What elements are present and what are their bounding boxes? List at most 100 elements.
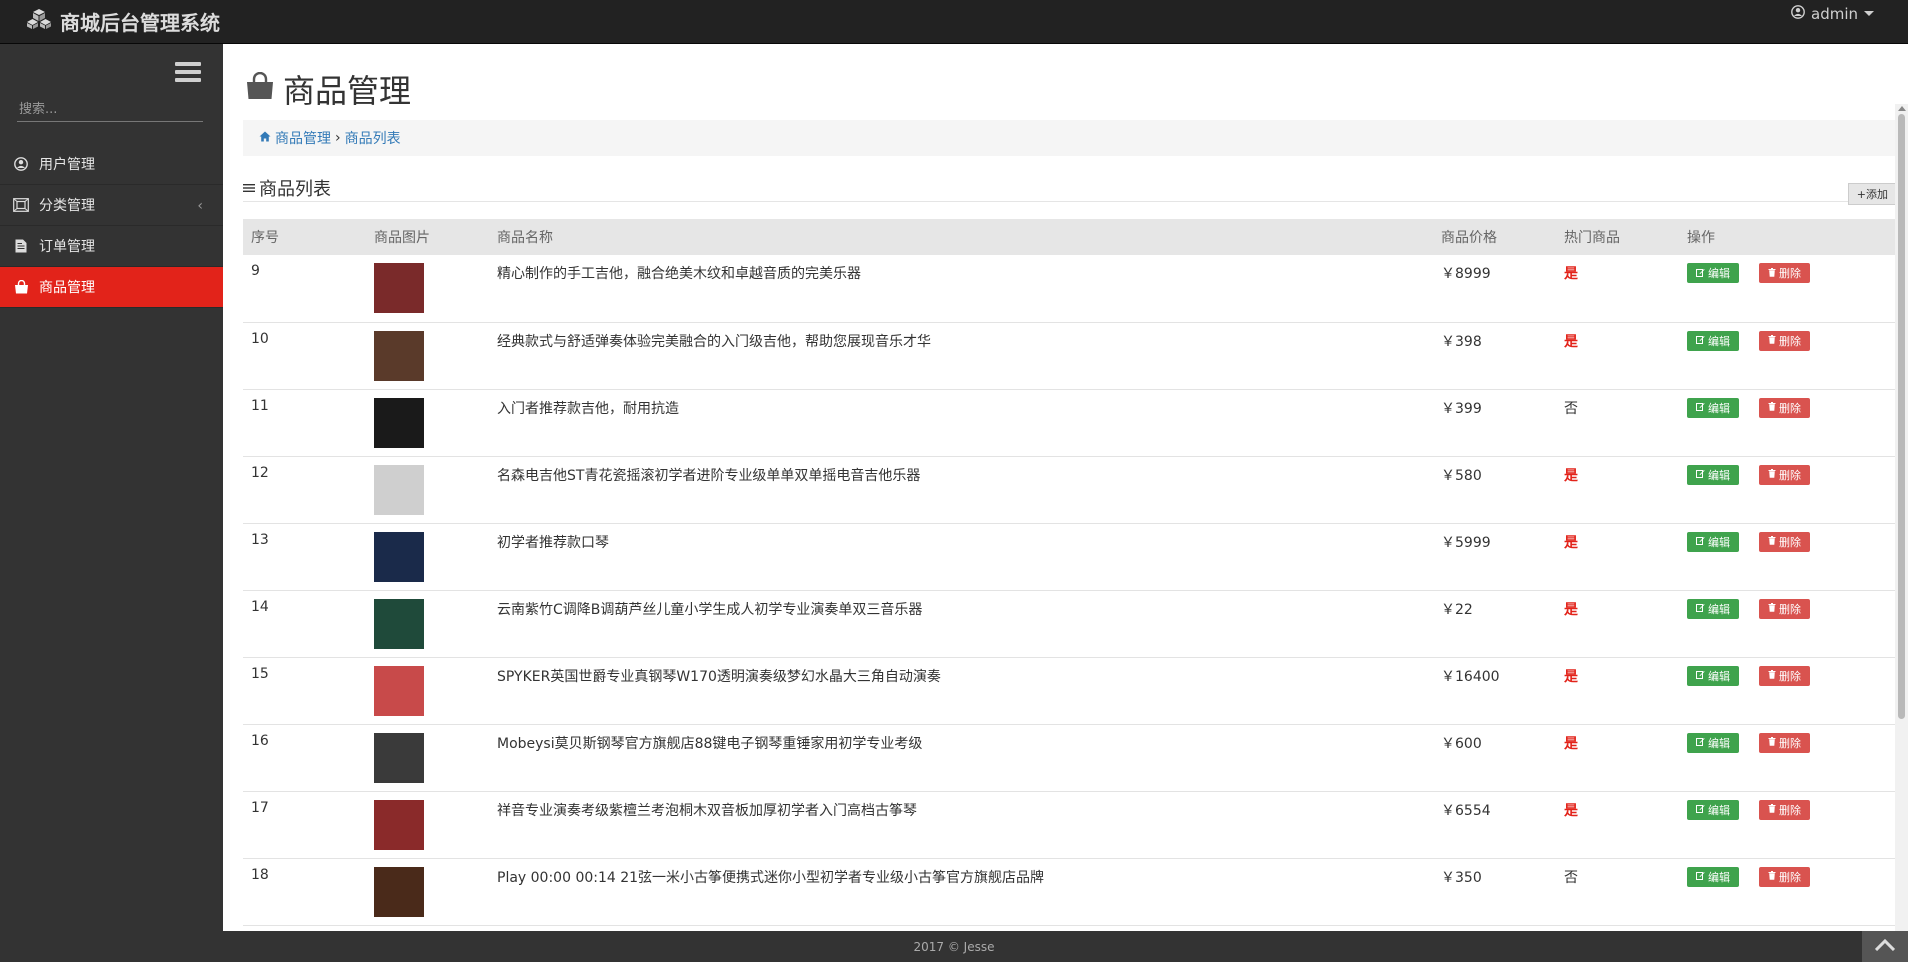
list-title: 商品列表 — [243, 175, 331, 201]
sitemap-icon — [13, 197, 29, 213]
product-thumbnail[interactable] — [374, 531, 424, 582]
product-thumbnail[interactable] — [374, 732, 424, 783]
user-menu[interactable]: admin — [1791, 5, 1874, 23]
row-hot: 是 — [1556, 322, 1679, 389]
breadcrumb-separator: › — [335, 130, 341, 146]
product-thumbnail[interactable] — [374, 665, 424, 716]
row-image-cell — [366, 255, 489, 322]
row-actions: 编辑 删除 — [1679, 590, 1897, 657]
home-icon — [259, 130, 271, 146]
row-name: 入门者推荐款吉他，耐用抗造 — [497, 400, 679, 417]
edit-button[interactable]: 编辑 — [1687, 732, 1739, 753]
hot-flag: 是 — [1564, 735, 1578, 752]
breadcrumb-link-products[interactable]: 商品管理 — [275, 128, 331, 148]
delete-button[interactable]: 删除 — [1759, 732, 1810, 753]
delete-button[interactable]: 删除 — [1759, 531, 1810, 552]
table-row: 16 Mobeysi莫贝斯钢琴官方旗舰店88键电子钢琴重锤家用初学专业考级 ￥600… — [243, 724, 1897, 791]
app-title: 商城后台管理系统 — [60, 11, 220, 35]
product-thumbnail[interactable] — [374, 866, 424, 917]
edit-icon — [1696, 602, 1705, 615]
edit-button[interactable]: 编辑 — [1687, 330, 1739, 351]
row-name: 经典款式与舒适弹奏体验完美融合的入门级吉他，帮助您展现音乐才华 — [497, 333, 931, 350]
product-thumbnail[interactable] — [374, 397, 424, 448]
product-thumbnail[interactable] — [374, 263, 424, 313]
product-thumbnail[interactable] — [374, 330, 424, 381]
edit-button[interactable]: 编辑 — [1687, 598, 1739, 619]
header-no: 序号 — [251, 230, 279, 246]
edit-button[interactable]: 编辑 — [1687, 665, 1739, 686]
row-actions: 编辑 删除 — [1679, 791, 1897, 858]
row-image-cell — [366, 724, 489, 791]
scrollbar[interactable] — [1895, 104, 1908, 962]
sidebar-item-users[interactable]: 用户管理 — [0, 144, 223, 185]
hot-flag: 是 — [1564, 601, 1578, 618]
edit-icon — [1696, 401, 1705, 414]
row-actions: 编辑 删除 — [1679, 255, 1897, 322]
brand[interactable]: 商城后台管理系统 — [26, 7, 220, 36]
row-actions: 编辑 删除 — [1679, 858, 1897, 925]
header-image: 商品图片 — [374, 230, 430, 246]
plus-icon: + — [1856, 187, 1866, 201]
sidebar-item-label: 订单管理 — [39, 239, 95, 255]
sidebar: 用户管理 分类管理 ‹ 订单管理 商品管理 — [0, 44, 223, 931]
row-name: Play 00:00 00:14 21弦一米小古筝便携式迷你小型初学者专业级小古… — [497, 869, 1045, 886]
delete-button[interactable]: 删除 — [1759, 598, 1810, 619]
hamburger-menu-icon[interactable] — [175, 62, 201, 82]
delete-button[interactable]: 删除 — [1759, 464, 1810, 485]
search-input[interactable] — [17, 100, 203, 121]
delete-button[interactable]: 删除 — [1759, 330, 1810, 351]
delete-button[interactable]: 删除 — [1759, 799, 1810, 820]
sidebar-menu: 用户管理 分类管理 ‹ 订单管理 商品管理 — [0, 144, 223, 308]
edit-icon — [1696, 468, 1705, 481]
row-no: 17 — [251, 799, 269, 816]
sidebar-item-categories[interactable]: 分类管理 ‹ — [0, 185, 223, 226]
row-no: 9 — [251, 263, 260, 279]
table-row: 10 经典款式与舒适弹奏体验完美融合的入门级吉他，帮助您展现音乐才华 ￥398 是 编辑… — [243, 322, 1897, 389]
row-price: ￥350 — [1441, 869, 1482, 886]
main-content: 商品管理 商品管理 › 商品列表 商品列表 +添加 序号 商品图片 商品名称 商… — [223, 44, 1908, 962]
footer: 2017 © Jesse — [0, 931, 1908, 962]
edit-button[interactable]: 编辑 — [1687, 799, 1739, 820]
add-button[interactable]: +添加 — [1847, 182, 1897, 205]
row-no: 15 — [251, 665, 269, 682]
row-image-cell — [366, 858, 489, 925]
edit-button[interactable]: 编辑 — [1687, 263, 1739, 283]
row-actions: 编辑 删除 — [1679, 523, 1897, 590]
sidebar-item-orders[interactable]: 订单管理 — [0, 226, 223, 267]
user-circle-icon — [13, 156, 29, 172]
sidebar-item-products[interactable]: 商品管理 — [0, 267, 223, 308]
delete-button[interactable]: 删除 — [1759, 397, 1810, 418]
row-image-cell — [366, 791, 489, 858]
header-hot: 热门商品 — [1564, 230, 1620, 246]
breadcrumb-link-list[interactable]: 商品列表 — [345, 128, 401, 148]
edit-button[interactable]: 编辑 — [1687, 531, 1739, 552]
edit-icon — [1696, 334, 1705, 347]
back-to-top-button[interactable] — [1862, 931, 1908, 962]
delete-button[interactable]: 删除 — [1759, 263, 1810, 283]
row-image-cell — [366, 590, 489, 657]
caret-down-icon — [1864, 11, 1874, 16]
edit-button[interactable]: 编辑 — [1687, 464, 1739, 485]
product-thumbnail[interactable] — [374, 598, 424, 649]
product-thumbnail[interactable] — [374, 464, 424, 515]
user-circle-icon — [1791, 4, 1805, 23]
product-thumbnail[interactable] — [374, 799, 424, 850]
edit-icon — [1696, 736, 1705, 749]
row-price: ￥600 — [1441, 735, 1482, 752]
scroll-thumb[interactable] — [1898, 114, 1905, 719]
row-no: 14 — [251, 598, 269, 615]
page-title: 商品管理 — [245, 66, 411, 112]
delete-label: 删除 — [1779, 602, 1801, 616]
scroll-up-icon[interactable] — [1898, 106, 1906, 111]
edit-button[interactable]: 编辑 — [1687, 866, 1739, 887]
delete-label: 删除 — [1779, 535, 1801, 549]
top-navbar: 商城后台管理系统 admin — [0, 0, 1908, 44]
edit-label: 编辑 — [1708, 870, 1730, 884]
row-no: 13 — [251, 531, 269, 548]
header-name: 商品名称 — [497, 230, 553, 246]
edit-button[interactable]: 编辑 — [1687, 397, 1739, 418]
delete-button[interactable]: 删除 — [1759, 866, 1810, 887]
trash-icon — [1768, 669, 1776, 682]
row-image-cell — [366, 657, 489, 724]
delete-button[interactable]: 删除 — [1759, 665, 1810, 686]
